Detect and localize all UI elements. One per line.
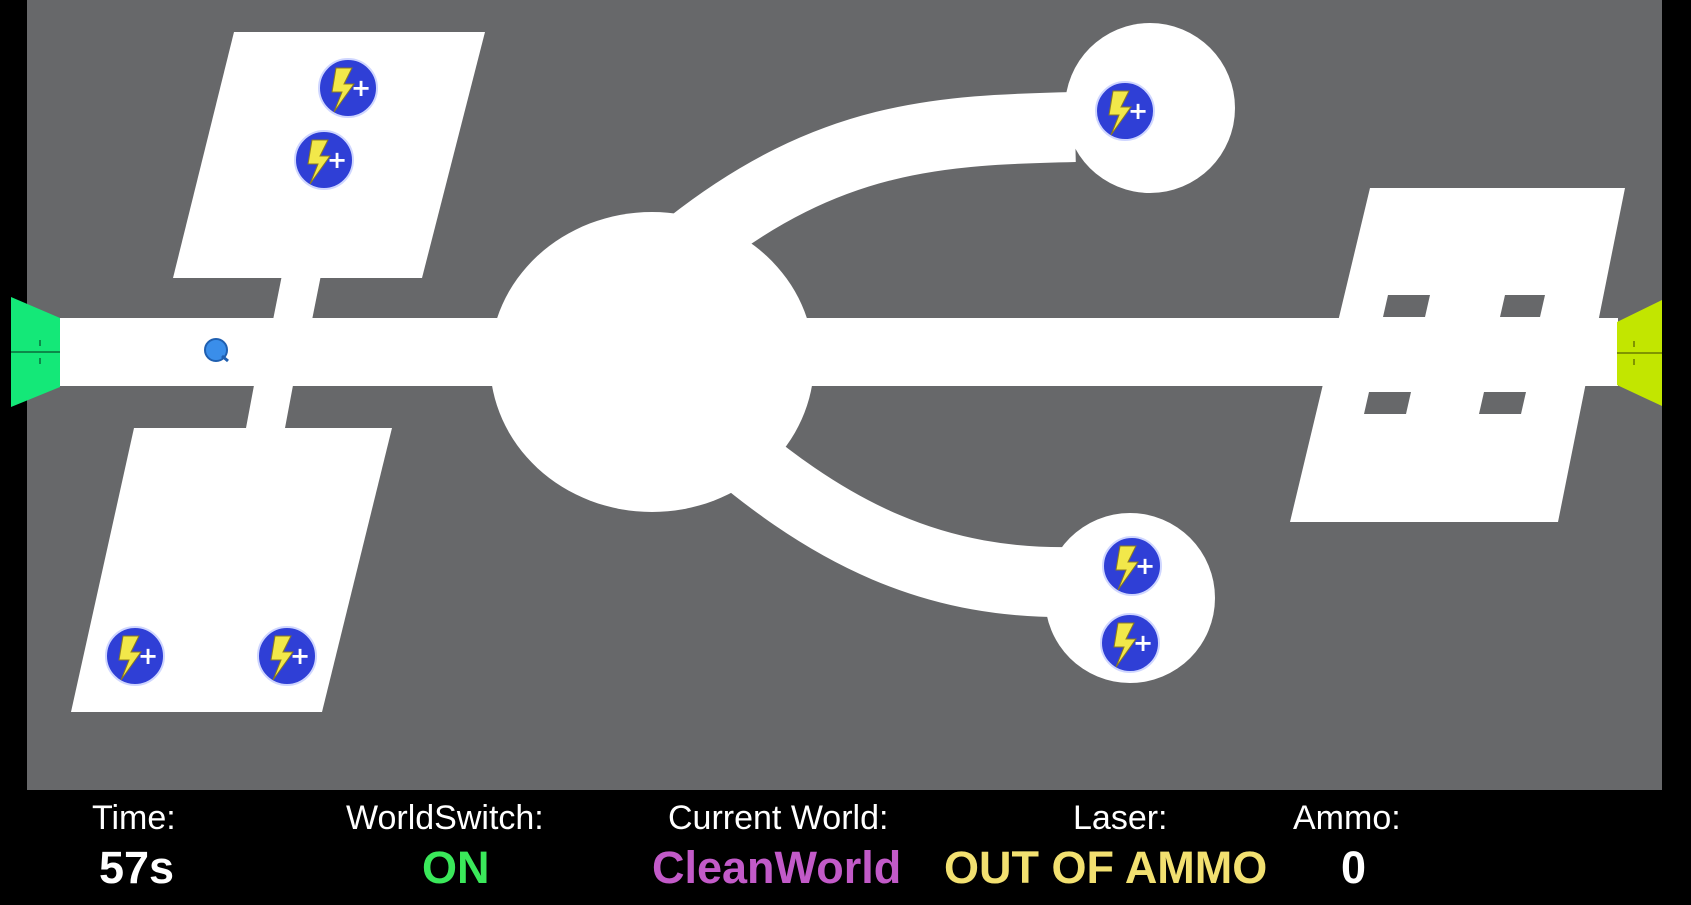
current-world-value: CleanWorld	[652, 842, 902, 893]
svg-text:+: +	[327, 146, 347, 174]
game-viewport: + + + + + + +	[0, 0, 1691, 905]
lightning-plus-icon: +	[257, 626, 317, 686]
hole	[1479, 392, 1526, 414]
time-value: 57s	[99, 842, 175, 893]
lightning-plus-icon: +	[318, 58, 378, 118]
ammo-label: Ammo:	[1293, 799, 1401, 837]
svg-text:+: +	[1128, 97, 1148, 125]
hole	[1383, 295, 1430, 317]
svg-text:+: +	[1133, 629, 1153, 657]
lightning-plus-icon: +	[1100, 613, 1160, 673]
current-world-label: Current World:	[668, 799, 889, 837]
laser-label: Laser:	[1073, 799, 1168, 837]
worldswitch-label: WorldSwitch:	[346, 799, 544, 837]
hole	[1500, 295, 1545, 317]
ammo-value: 0	[1341, 842, 1367, 893]
lightning-plus-icon: +	[105, 626, 165, 686]
hole	[1364, 392, 1411, 414]
svg-text:+: +	[1135, 552, 1155, 580]
time-label: Time:	[92, 799, 176, 837]
worldswitch-value: ON	[422, 842, 490, 893]
player-orb-icon	[204, 338, 229, 363]
lightning-plus-icon: +	[1102, 536, 1162, 596]
lightning-plus-icon: +	[1095, 81, 1155, 141]
laser-value: OUT OF AMMO	[944, 842, 1268, 893]
svg-text:+: +	[290, 642, 310, 670]
svg-text:+: +	[138, 642, 158, 670]
svg-text:+: +	[351, 74, 371, 102]
lightning-plus-icon: +	[294, 130, 354, 190]
